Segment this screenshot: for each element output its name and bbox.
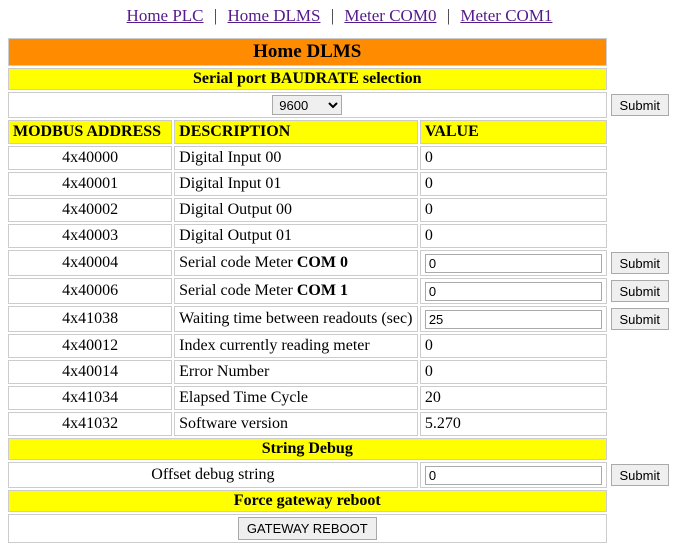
table-row-description: Digital Output 01 xyxy=(174,224,418,248)
table-row-value: 0 xyxy=(420,198,607,222)
col-value-header: VALUE xyxy=(420,120,607,144)
table-row-description: Index currently reading meter xyxy=(174,334,418,358)
table-row-description: Error Number xyxy=(174,360,418,384)
nav-link-meter-com0[interactable]: Meter COM0 xyxy=(344,6,436,25)
table-row-address: 4x40004 xyxy=(8,250,172,276)
table-row-value: 5.270 xyxy=(420,412,607,436)
table-row-value: 0 xyxy=(420,224,607,248)
value-input[interactable] xyxy=(425,254,602,273)
table-row-description: Serial code Meter COM 1 xyxy=(174,278,418,304)
offset-debug-submit-button[interactable]: Submit xyxy=(611,464,669,486)
top-nav: Home PLC | Home DLMS | Meter COM0 | Mete… xyxy=(6,6,673,26)
table-row-value: 0 xyxy=(420,360,607,384)
table-row-description: Software version xyxy=(174,412,418,436)
baudrate-select[interactable]: 9600 xyxy=(272,95,342,115)
string-debug-heading: String Debug xyxy=(8,438,607,460)
table-row-description: Digital Output 00 xyxy=(174,198,418,222)
nav-link-meter-com1[interactable]: Meter COM1 xyxy=(460,6,552,25)
table-row-value: 0 xyxy=(420,146,607,170)
col-address-header: MODBUS ADDRESS xyxy=(8,120,172,144)
offset-debug-input[interactable] xyxy=(425,466,602,485)
table-row-description: Serial code Meter COM 0 xyxy=(174,250,418,276)
row-submit-button[interactable]: Submit xyxy=(611,252,669,274)
main-table: Home DLMS Serial port BAUDRATE selection… xyxy=(6,36,673,545)
nav-sep: | xyxy=(447,6,450,25)
row-submit-button[interactable]: Submit xyxy=(611,280,669,302)
offset-debug-label: Offset debug string xyxy=(8,462,418,488)
nav-sep: | xyxy=(331,6,334,25)
table-row-description: Waiting time between readouts (sec) xyxy=(174,306,418,332)
table-row-address: 4x40003 xyxy=(8,224,172,248)
table-row-description: Digital Input 01 xyxy=(174,172,418,196)
page-title: Home DLMS xyxy=(8,38,607,66)
row-submit-button[interactable]: Submit xyxy=(611,308,669,330)
value-input[interactable] xyxy=(425,310,602,329)
nav-sep: | xyxy=(214,6,217,25)
reboot-heading: Force gateway reboot xyxy=(8,490,607,512)
table-row-address: 4x40006 xyxy=(8,278,172,304)
table-row-value: 0 xyxy=(420,172,607,196)
nav-link-home-dlms[interactable]: Home DLMS xyxy=(227,6,320,25)
nav-link-home-plc[interactable]: Home PLC xyxy=(127,6,204,25)
table-row-address: 4x41034 xyxy=(8,386,172,410)
baudrate-heading: Serial port BAUDRATE selection xyxy=(8,68,607,90)
table-row-address: 4x40014 xyxy=(8,360,172,384)
table-row-address: 4x40012 xyxy=(8,334,172,358)
table-row-address: 4x40002 xyxy=(8,198,172,222)
table-row-value: 0 xyxy=(420,334,607,358)
table-row-address: 4x40001 xyxy=(8,172,172,196)
gateway-reboot-button[interactable]: GATEWAY REBOOT xyxy=(238,517,377,540)
table-row-address: 4x40000 xyxy=(8,146,172,170)
table-row-value: 20 xyxy=(420,386,607,410)
baudrate-submit-button[interactable]: Submit xyxy=(611,94,669,116)
value-input[interactable] xyxy=(425,282,602,301)
table-row-description: Digital Input 00 xyxy=(174,146,418,170)
table-row-address: 4x41038 xyxy=(8,306,172,332)
col-description-header: DESCRIPTION xyxy=(174,120,418,144)
table-row-address: 4x41032 xyxy=(8,412,172,436)
table-row-description: Elapsed Time Cycle xyxy=(174,386,418,410)
